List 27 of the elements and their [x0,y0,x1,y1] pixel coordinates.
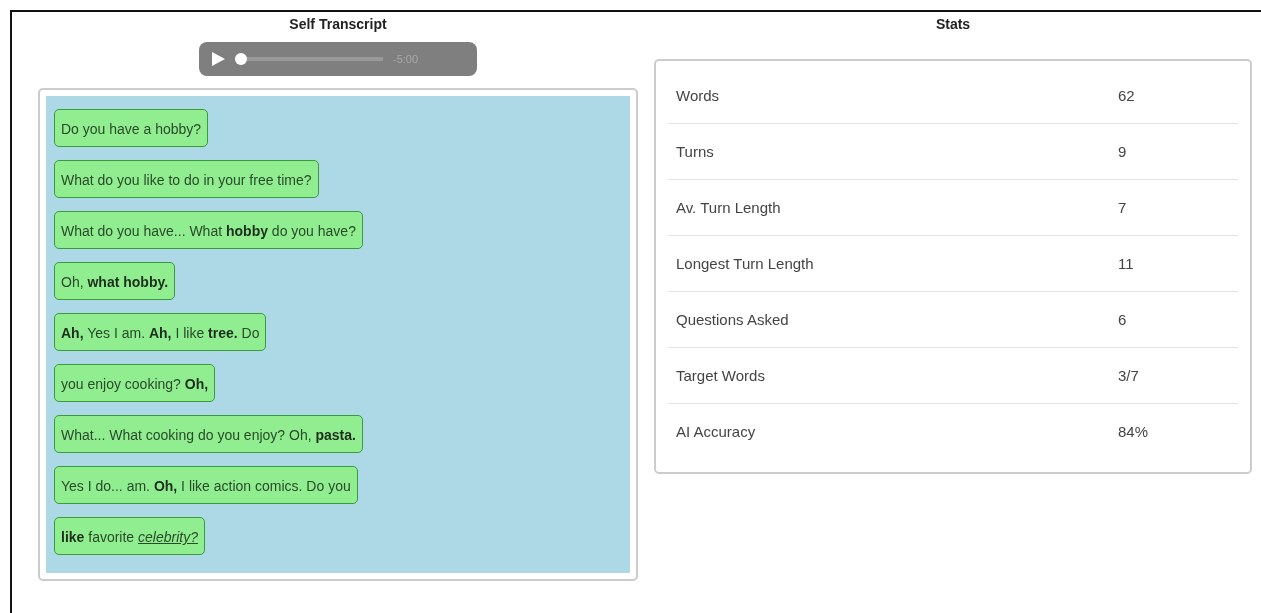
speech-bubble: What... What cooking do you enjoy? Oh, pasta. [54,415,363,453]
stat-label: Turns [675,143,715,160]
speech-bubble: like favorite celebrity? [54,517,205,555]
stat-value: 7 [1118,199,1127,216]
stat-label: Questions Asked [675,311,790,328]
stat-value: 6 [1118,311,1127,328]
speech-bubble: you enjoy cooking? Oh, [54,364,216,402]
progress-thumb[interactable] [235,53,247,65]
stat-label: Av. Turn Length [675,199,782,216]
speech-bubble: Oh, what hobby. [54,262,176,300]
speech-bubble: Ah, Yes I am. Ah, I like tree. Do [54,313,267,351]
speech-bubble: Yes I do... am. Oh, I like action comics. Do you [54,466,358,504]
stat-label: Words [675,87,721,104]
speech-bubble: Do you have a hobby? [54,109,209,147]
stat-label: AI Accuracy [675,423,757,440]
panel-title: Stats [935,16,971,34]
stat-label: Target Words [675,367,766,384]
stat-value: 9 [1118,143,1127,160]
stat-value: 84% [1118,423,1149,440]
speech-bubble: What do you have... What hobby do you have? [54,211,363,249]
panel-title: Self Transcript [289,16,387,34]
speech-bubble: What do you like to do in your free time? [54,160,319,198]
stat-label: Longest Turn Length [675,255,815,272]
play-icon[interactable] [211,52,225,66]
stat-value: 11 [1118,255,1134,272]
stat-value: 3/7 [1118,367,1139,384]
stat-value: 62 [1118,87,1135,104]
